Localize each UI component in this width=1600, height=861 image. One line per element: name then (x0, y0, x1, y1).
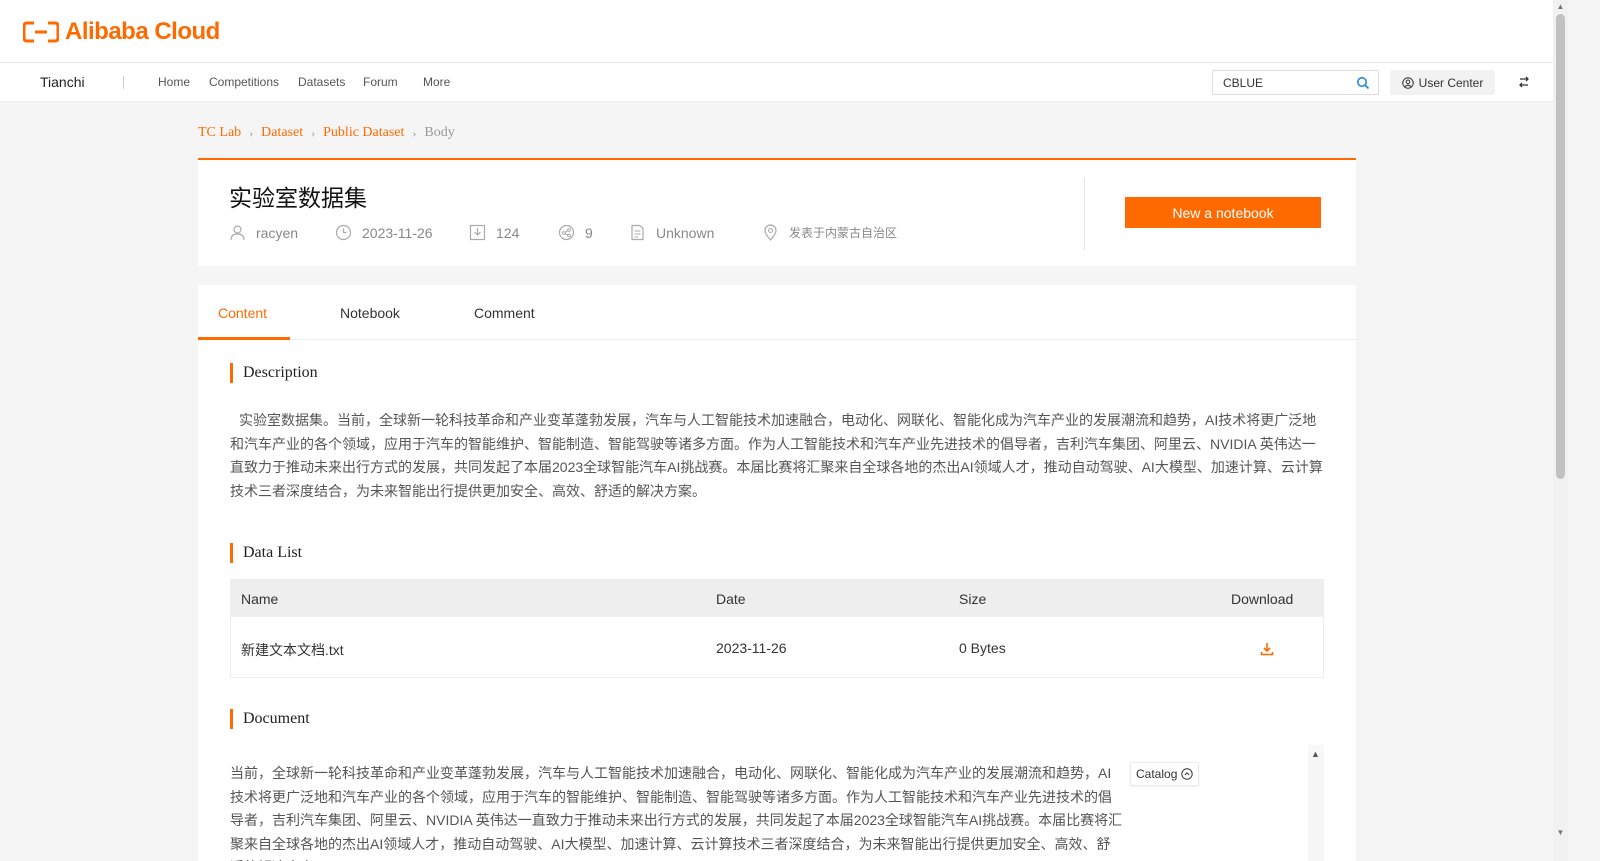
scroll-up-arrow-icon[interactable]: ▲ (1556, 2, 1565, 11)
new-notebook-button[interactable]: New a notebook (1125, 197, 1321, 228)
active-tab-indicator (198, 337, 290, 340)
nav-item-more[interactable]: More (423, 75, 450, 89)
catalog-label: Catalog (1136, 767, 1178, 781)
download-count: 124 (496, 224, 520, 241)
meta-date: 2023-11-26 (335, 224, 433, 241)
user-icon (1401, 76, 1414, 89)
tab-comment[interactable]: Comment (474, 305, 535, 321)
meta-license: Unknown (629, 224, 714, 241)
download-icon[interactable] (1259, 641, 1275, 657)
publish-date: 2023-11-26 (362, 224, 433, 241)
column-header-date: Date (716, 591, 746, 607)
meta-author: racyen (229, 224, 298, 241)
dataset-title: 实验室数据集 (229, 185, 367, 211)
tab-content[interactable]: Content (218, 305, 267, 321)
nav-item-forum[interactable]: Forum (363, 75, 398, 89)
page-scrollbar[interactable]: ▲ ▼ (1553, 0, 1568, 861)
scroll-down-arrow-icon[interactable]: ▼ (1556, 828, 1565, 837)
nav-item-competitions[interactable]: Competitions (209, 75, 279, 89)
switch-icon[interactable] (1517, 75, 1531, 89)
location-pin-icon (764, 224, 777, 241)
scroll-up-arrow-icon[interactable]: ▲ (1311, 749, 1320, 759)
main-nav: Tianchi Home Competitions Datasets Forum… (0, 63, 1553, 102)
chevron-right-icon: › (311, 125, 316, 140)
tab-notebook[interactable]: Notebook (340, 305, 400, 321)
column-header-download: Download (1231, 591, 1294, 607)
header-divider (1084, 178, 1085, 250)
data-list-heading: Data List (230, 543, 302, 563)
column-header-name: Name (241, 591, 279, 607)
alibaba-cloud-logo[interactable]: Alibaba Cloud (23, 18, 220, 46)
nav-brand-tianchi[interactable]: Tianchi (40, 74, 85, 90)
search-box (1212, 70, 1379, 95)
search-icon[interactable] (1356, 76, 1370, 90)
nav-divider (123, 76, 124, 89)
tab-bar: Content Notebook Comment (198, 285, 1356, 340)
top-brand-bar: Alibaba Cloud (0, 0, 1553, 63)
chevron-right-icon: › (412, 125, 417, 140)
content-card: Content Notebook Comment Description 实验室… (198, 285, 1356, 861)
license-label: Unknown (656, 224, 715, 241)
nav-item-datasets[interactable]: Datasets (298, 75, 345, 89)
column-header-size: Size (959, 591, 987, 607)
scrollbar-thumb[interactable] (1556, 14, 1565, 479)
document-scrollbar[interactable]: ▲ (1308, 745, 1324, 861)
table-row-date: 2023-11-26 (716, 640, 787, 656)
breadcrumb: TC Lab › Dataset › Public Dataset › Body (198, 125, 455, 141)
user-center-button[interactable]: User Center (1390, 70, 1495, 95)
breadcrumb-dataset[interactable]: Dataset (261, 125, 303, 141)
clock-icon (335, 224, 352, 241)
table-row-size: 0 Bytes (959, 640, 1006, 656)
breadcrumb-tc-lab[interactable]: TC Lab (198, 125, 241, 141)
logo-text: Alibaba Cloud (65, 18, 220, 45)
table-header (231, 580, 1323, 617)
user-center-label: User Center (1418, 75, 1484, 90)
data-list-table: Name Date Size Download 新建文本文档.txt 2023-… (230, 579, 1324, 678)
nav-item-home[interactable]: Home (158, 75, 190, 89)
description-heading: Description (230, 363, 318, 383)
download-count-icon (469, 224, 486, 241)
chevron-right-icon: › (249, 125, 254, 140)
dataset-header-card: 实验室数据集 racyen 2023-11-26 124 9 Unknown 发… (198, 158, 1356, 266)
description-text: 实验室数据集。当前，全球新一轮科技革命和产业变革蓬勃发展，汽车与人工智能技术加速… (230, 412, 1323, 499)
location-label: 发表于内蒙古自治区 (789, 226, 898, 240)
breadcrumb-current: Body (424, 125, 455, 140)
table-row-file-name: 新建文本文档.txt (241, 642, 344, 658)
chevron-up-circle-icon (1181, 768, 1194, 780)
document-heading: Document (230, 709, 310, 729)
search-input[interactable] (1223, 76, 1348, 90)
fork-count: 9 (585, 224, 593, 241)
user-icon (230, 225, 245, 241)
breadcrumb-public-dataset[interactable]: Public Dataset (323, 125, 404, 141)
meta-location: 发表于内蒙古自治区 (762, 224, 897, 241)
meta-forks: 9 (558, 224, 593, 241)
document-icon (631, 224, 644, 241)
meta-downloads: 124 (469, 224, 519, 241)
alibaba-cloud-logo-icon (23, 21, 59, 43)
catalog-button[interactable]: Catalog (1130, 762, 1200, 786)
share-icon (558, 224, 575, 241)
author-name[interactable]: racyen (256, 225, 298, 241)
document-text: 当前，全球新一轮科技革命和产业变革蓬勃发展，汽车与人工智能技术加速融合，电动化、… (230, 765, 1123, 861)
